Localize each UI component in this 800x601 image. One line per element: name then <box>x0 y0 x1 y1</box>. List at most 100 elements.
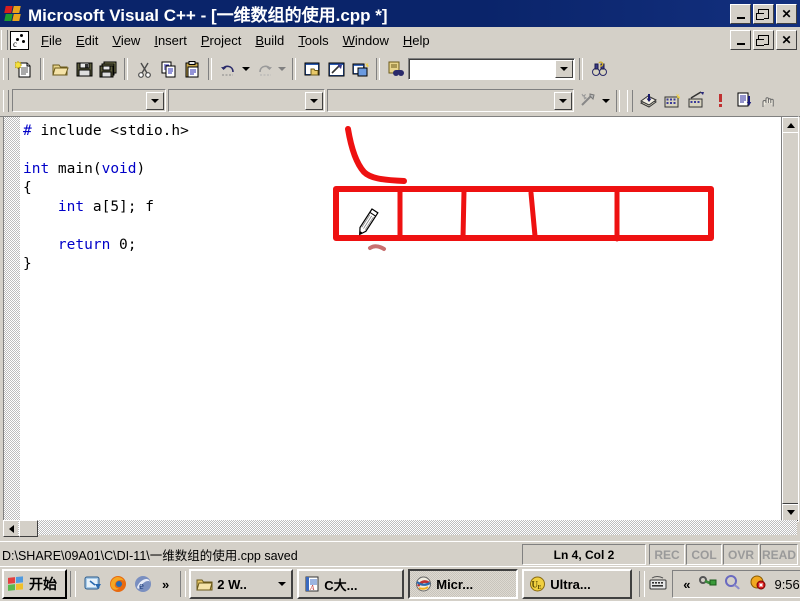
combo-class[interactable] <box>168 89 325 112</box>
combo-member-arrow[interactable] <box>554 91 572 110</box>
undo-dropdown-arrow[interactable] <box>240 58 252 81</box>
child-minimize-button[interactable] <box>730 30 751 50</box>
redo-dropdown-arrow[interactable] <box>276 58 288 81</box>
combo-configuration-arrow[interactable] <box>146 91 164 110</box>
standard-toolbar <box>0 53 800 86</box>
menu-view[interactable]: View <box>105 31 147 50</box>
open-folder-icon[interactable] <box>48 58 72 81</box>
build-icon[interactable] <box>660 89 684 112</box>
combo-configuration[interactable] <box>12 89 166 112</box>
system-tray: « 9:56 <box>672 570 800 598</box>
pencil-annotation-cursor <box>359 208 379 236</box>
cut-scissors-icon[interactable] <box>132 58 156 81</box>
find-dropdown-arrow[interactable] <box>555 60 573 78</box>
status-indicator-read: READ <box>760 544 798 565</box>
menu-build[interactable]: Build <box>248 31 291 50</box>
taskbar-item-label: Micr... <box>436 576 474 592</box>
show-desktop-icon[interactable] <box>83 574 103 594</box>
close-button[interactable]: ✕ <box>776 4 797 24</box>
save-all-icon[interactable] <box>96 58 120 81</box>
browser-e-icon[interactable]: e <box>133 574 153 594</box>
wizardbar-toolbar <box>0 85 800 117</box>
quick-launch-bar: e » <box>79 574 177 594</box>
folder-icon <box>196 579 213 590</box>
menubar-grip[interactable] <box>1 30 8 50</box>
find-input[interactable] <box>408 58 575 80</box>
hscroll-track[interactable] <box>18 520 797 535</box>
taskbar-clock[interactable]: 9:56 <box>774 577 799 592</box>
status-message: D:\SHARE\09A01\C\DI-11\一维数组的使用.cpp saved <box>2 549 298 563</box>
minimize-button[interactable] <box>730 4 751 24</box>
paste-icon[interactable] <box>180 58 204 81</box>
editor-horizontal-scrollbar[interactable] <box>3 520 797 537</box>
compile-icon[interactable] <box>636 89 660 112</box>
scroll-down-button[interactable] <box>782 504 798 521</box>
copy-icon[interactable] <box>156 58 180 81</box>
menu-items: File Edit View Insert Project Build Tool… <box>34 31 437 50</box>
svg-text:E: E <box>538 585 542 591</box>
build-toolbar-grip[interactable] <box>627 89 633 112</box>
taskbar-item-ultraedit[interactable]: U E Ultra... <box>522 569 633 599</box>
editor-vertical-scrollbar[interactable] <box>781 117 798 521</box>
standard-toolbar-grip[interactable] <box>3 58 9 80</box>
taskbar-item-c-document[interactable]: A C大... <box>297 569 405 599</box>
execute-program-icon[interactable] <box>708 89 732 112</box>
combo-class-arrow[interactable] <box>305 91 323 110</box>
child-close-button[interactable]: ✕ <box>776 30 797 50</box>
wizardbar-grip[interactable] <box>3 89 9 112</box>
vc-windows-logo-icon <box>3 4 23 24</box>
keyboard-ime-icon[interactable] <box>648 574 668 594</box>
svg-text:e: e <box>139 580 144 592</box>
antivirus-alert-icon[interactable] <box>749 574 769 594</box>
firefox-icon[interactable] <box>108 574 128 594</box>
wizardbar-dropdown-arrow[interactable] <box>600 89 612 112</box>
status-bar: D:\SHARE\09A01\C\DI-11\一维数组的使用.cpp saved… <box>0 541 800 567</box>
class-wizard-icon[interactable] <box>348 58 372 81</box>
svg-text:A: A <box>309 584 315 592</box>
binoculars-search-icon[interactable] <box>587 58 611 81</box>
workspace-icon[interactable] <box>300 58 324 81</box>
vc6-application-window: Microsoft Visual C++ - [一维数组的使用.cpp *] ✕… <box>0 0 800 601</box>
window-title: Microsoft Visual C++ - [一维数组的使用.cpp *] <box>28 6 388 25</box>
menu-project[interactable]: Project <box>194 31 248 50</box>
cpp-document-icon[interactable] <box>10 30 29 50</box>
menu-insert[interactable]: Insert <box>147 31 194 50</box>
insert-breakpoint-icon[interactable] <box>756 89 780 112</box>
taskbar-item-visual-cpp[interactable]: Micr... <box>408 569 519 599</box>
ultraedit-icon: U E <box>530 576 546 592</box>
undo-icon[interactable] <box>216 58 240 81</box>
show-hidden-chevron-icon[interactable]: « <box>683 577 690 592</box>
code-editor[interactable]: # include <stdio.h> int main(void) { int… <box>3 116 799 522</box>
go-debug-icon[interactable] <box>732 89 756 112</box>
editor-selection-margin[interactable] <box>4 117 20 521</box>
title-bar: Microsoft Visual C++ - [一维数组的使用.cpp *] ✕ <box>0 0 800 27</box>
combo-member[interactable] <box>327 89 574 112</box>
window-controls: ✕ <box>730 4 797 24</box>
hscroll-thumb[interactable] <box>19 520 38 537</box>
start-button[interactable]: 开始 <box>2 569 67 599</box>
menu-window[interactable]: Window <box>336 31 396 50</box>
menu-edit[interactable]: Edit <box>69 31 105 50</box>
network-key-icon[interactable] <box>699 574 719 594</box>
vscroll-thumb[interactable] <box>782 132 798 504</box>
find-in-files-icon[interactable] <box>384 58 408 81</box>
taskbar-group-chevron-icon[interactable] <box>278 582 287 586</box>
maximize-button[interactable] <box>753 4 774 24</box>
menu-help[interactable]: Help <box>396 31 437 50</box>
menu-tools[interactable]: Tools <box>291 31 335 50</box>
taskbar-item-windows-group[interactable]: 2 W.. <box>189 569 294 599</box>
taskbar-item-label: Ultra... <box>550 576 591 592</box>
child-restore-button[interactable] <box>753 30 774 50</box>
menu-file[interactable]: File <box>34 31 69 50</box>
wizardbar-actions-icon[interactable] <box>576 89 600 112</box>
output-window-icon[interactable] <box>324 58 348 81</box>
volume-icon[interactable] <box>724 574 744 594</box>
save-icon[interactable] <box>72 58 96 81</box>
status-indicator-ovr: OVR <box>723 544 759 565</box>
menu-bar: File Edit View Insert Project Build Tool… <box>0 27 800 54</box>
redo-icon[interactable] <box>252 58 276 81</box>
source-code: # include <stdio.h> int main(void) { int… <box>23 123 189 272</box>
quick-launch-overflow-icon[interactable]: » <box>162 577 169 592</box>
new-text-file-icon[interactable] <box>12 58 36 81</box>
stop-build-icon[interactable] <box>684 89 708 112</box>
